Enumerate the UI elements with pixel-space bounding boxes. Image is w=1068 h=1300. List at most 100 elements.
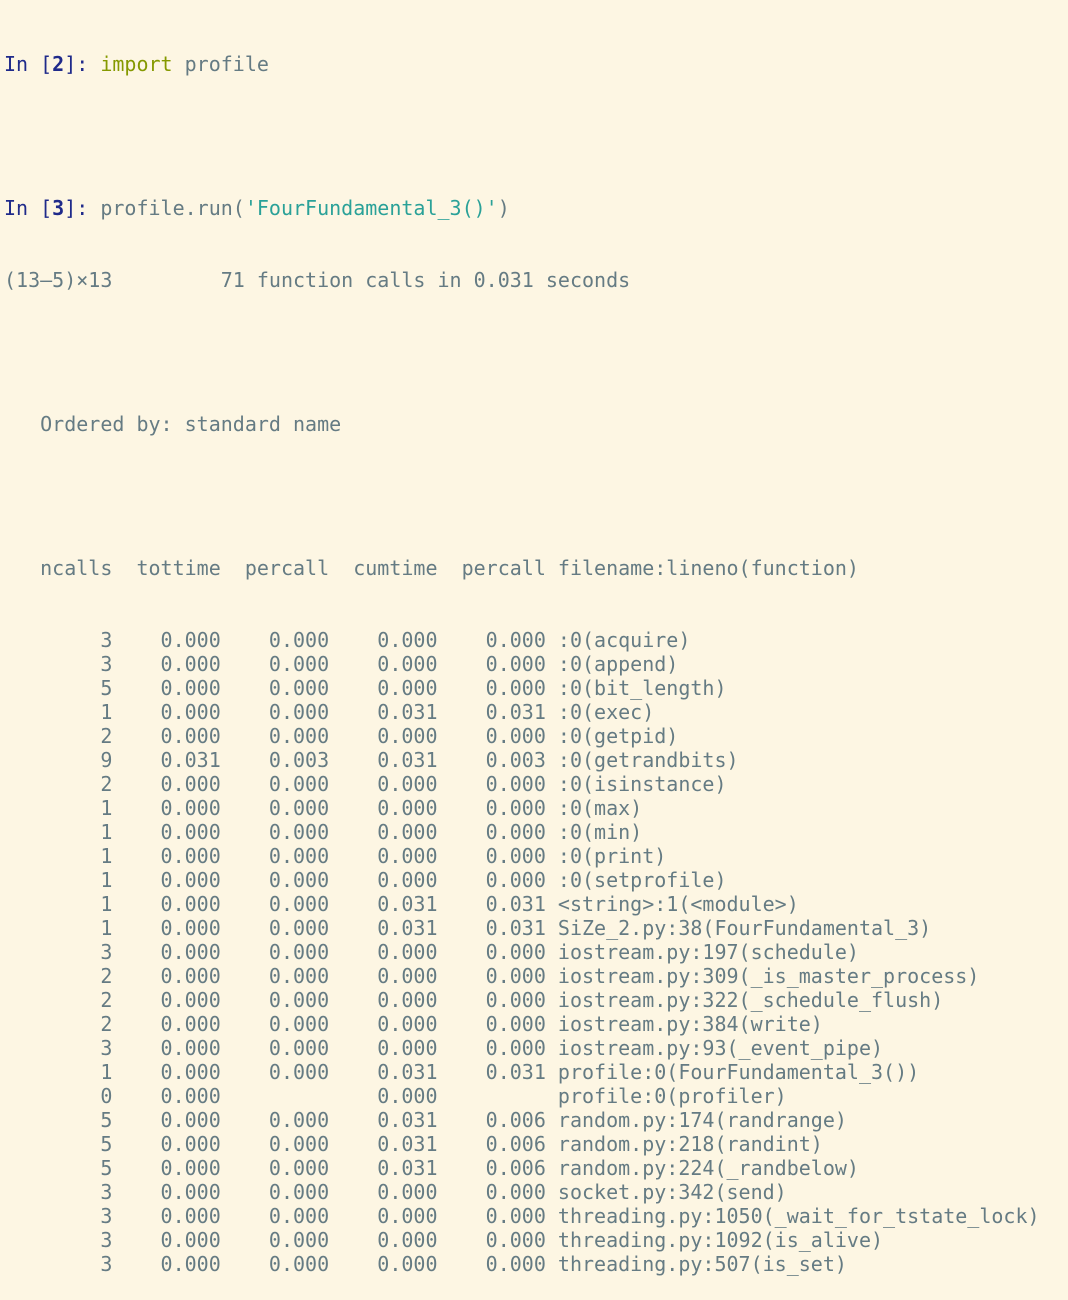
function-cell: threading.py:1092(is_alive) bbox=[545, 1228, 884, 1252]
cumtime-cell: 0.031 bbox=[329, 916, 438, 940]
input-cell-2[interactable]: In [2]: import profile bbox=[4, 52, 1040, 76]
cumtime-cell: 0.000 bbox=[329, 1228, 438, 1252]
function-cell: SiZe_2.py:38(FourFundamental_3) bbox=[545, 916, 932, 940]
ordered-by-text: Ordered by: standard name bbox=[40, 412, 342, 436]
cumtime-cell: 0.000 bbox=[329, 964, 438, 988]
table-row: 2 0.000 0.000 0.000 0.000 iostream.py:30… bbox=[4, 964, 1040, 988]
table-row: 1 0.000 0.000 0.031 0.031 SiZe_2.py:38(F… bbox=[4, 916, 1040, 940]
tottime-cell: 0.000 bbox=[112, 988, 221, 1012]
percall-cum-cell: 0.000 bbox=[437, 772, 546, 796]
cumtime-cell: 0.000 bbox=[329, 724, 438, 748]
percall-cum-cell: 0.031 bbox=[437, 700, 546, 724]
percall-cell: 0.000 bbox=[220, 1012, 330, 1036]
percall-cell: 0.000 bbox=[220, 892, 330, 916]
function-cell: :0(isinstance) bbox=[545, 772, 727, 796]
tottime-cell: 0.000 bbox=[112, 892, 221, 916]
percall-cum-cell: 0.000 bbox=[437, 676, 546, 700]
percall-cum-cell: 0.000 bbox=[437, 796, 546, 820]
percall-cum-cell: 0.003 bbox=[437, 748, 546, 772]
percall-cell: 0.000 bbox=[220, 628, 330, 652]
percall-cum-cell: 0.031 bbox=[437, 916, 546, 940]
tottime-cell: 0.000 bbox=[112, 772, 221, 796]
ncalls-cell: 3 bbox=[4, 652, 113, 676]
cumtime-cell: 0.031 bbox=[329, 700, 438, 724]
percall-cell: 0.000 bbox=[220, 1156, 330, 1180]
cumtime-cell: 0.000 bbox=[329, 1084, 438, 1108]
tottime-cell: 0.000 bbox=[112, 700, 221, 724]
function-cell: :0(min) bbox=[545, 820, 643, 844]
table-row: 3 0.000 0.000 0.000 0.000 threading.py:1… bbox=[4, 1228, 1040, 1252]
percall-cum-cell: 0.006 bbox=[437, 1132, 546, 1156]
function-cell: threading.py:507(is_set) bbox=[545, 1252, 847, 1276]
tottime-cell: 0.000 bbox=[112, 820, 221, 844]
function-cell: :0(print) bbox=[545, 844, 667, 868]
percall-cum-cell: 0.000 bbox=[437, 868, 546, 892]
function-cell: iostream.py:93(_event_pipe) bbox=[545, 1036, 884, 1060]
ncalls-cell: 3 bbox=[4, 1180, 113, 1204]
prompt-suffix: ]: bbox=[64, 196, 101, 220]
ncalls-cell: 5 bbox=[4, 1108, 113, 1132]
percall-cell: 0.000 bbox=[220, 916, 330, 940]
ncalls-cell: 3 bbox=[4, 1204, 113, 1228]
percall-cell: 0.000 bbox=[220, 1228, 330, 1252]
percall-cell: 0.000 bbox=[220, 940, 330, 964]
percall-cum-cell: 0.000 bbox=[437, 724, 546, 748]
tottime-cell: 0.000 bbox=[112, 1204, 221, 1228]
cumtime-cell: 0.000 bbox=[329, 1204, 438, 1228]
cumtime-cell: 0.031 bbox=[329, 1156, 438, 1180]
percall-cum-cell: 0.000 bbox=[437, 844, 546, 868]
ncalls-cell: 1 bbox=[4, 868, 113, 892]
input-cell-3[interactable]: In [3]: profile.run('FourFundamental_3()… bbox=[4, 196, 1040, 220]
cumtime-cell: 0.000 bbox=[329, 940, 438, 964]
function-cell: iostream.py:197(schedule) bbox=[545, 940, 859, 964]
cumtime-cell: 0.000 bbox=[329, 796, 438, 820]
input-prompt: In [3]: bbox=[4, 196, 100, 220]
percall-cell: 0.000 bbox=[220, 844, 330, 868]
percall-cum-cell: 0.000 bbox=[437, 652, 546, 676]
table-row: 1 0.000 0.000 0.031 0.031 <string>:1(<mo… bbox=[4, 892, 1040, 916]
table-row: 1 0.000 0.000 0.000 0.000 :0(print) bbox=[4, 844, 1040, 868]
function-cell: iostream.py:309(_is_master_process) bbox=[545, 964, 980, 988]
percall-cell: 0.000 bbox=[220, 868, 330, 892]
cumtime-cell: 0.000 bbox=[329, 772, 438, 796]
function-cell: profile:0(FourFundamental_3()) bbox=[545, 1060, 920, 1084]
tottime-cell: 0.000 bbox=[112, 916, 221, 940]
tottime-cell: 0.000 bbox=[112, 1084, 221, 1108]
ncalls-cell: 1 bbox=[4, 1060, 113, 1084]
ncalls-cell: 2 bbox=[4, 964, 113, 988]
function-cell: :0(setprofile) bbox=[545, 868, 727, 892]
tottime-cell: 0.000 bbox=[112, 1108, 221, 1132]
profile-table-body: 3 0.000 0.000 0.000 0.000 :0(acquire) 3 … bbox=[4, 628, 1040, 1276]
percall-cum-cell: 0.000 bbox=[437, 964, 546, 988]
ncalls-cell: 5 bbox=[4, 1156, 113, 1180]
ncalls-cell: 1 bbox=[4, 796, 113, 820]
tottime-cell: 0.000 bbox=[112, 1180, 221, 1204]
cumtime-cell: 0.031 bbox=[329, 1108, 438, 1132]
table-row: 5 0.000 0.000 0.000 0.000 :0(bit_length) bbox=[4, 676, 1040, 700]
function-cell: :0(max) bbox=[545, 796, 643, 820]
column-header: cumtime bbox=[329, 556, 438, 580]
percall-cum-cell: 0.000 bbox=[437, 1180, 546, 1204]
ncalls-cell: 5 bbox=[4, 676, 113, 700]
code-text: profile bbox=[172, 52, 269, 76]
percall-cell: 0.000 bbox=[220, 1252, 330, 1276]
ncalls-cell: 3 bbox=[4, 1036, 113, 1060]
prompt-suffix: ]: bbox=[64, 52, 101, 76]
percall-cum-cell: 0.006 bbox=[437, 1108, 546, 1132]
function-cell: :0(getrandbits) bbox=[545, 748, 739, 772]
percall-cell: 0.000 bbox=[220, 652, 330, 676]
column-header: filename:lineno(function) bbox=[545, 556, 859, 580]
ncalls-cell: 3 bbox=[4, 1252, 113, 1276]
ncalls-cell: 1 bbox=[4, 916, 113, 940]
percall-cum-cell: 0.000 bbox=[437, 1252, 546, 1276]
ncalls-cell: 3 bbox=[4, 940, 113, 964]
table-row: 1 0.000 0.000 0.000 0.000 :0(setprofile) bbox=[4, 868, 1040, 892]
table-row: 3 0.000 0.000 0.000 0.000 socket.py:342(… bbox=[4, 1180, 1040, 1204]
tottime-cell: 0.000 bbox=[112, 652, 221, 676]
tottime-cell: 0.000 bbox=[112, 676, 221, 700]
prompt-number: 2 bbox=[52, 52, 65, 76]
code-string: 'FourFundamental_3()' bbox=[244, 196, 498, 220]
ncalls-cell: 1 bbox=[4, 820, 113, 844]
percall-cum-cell: 0.000 bbox=[437, 628, 546, 652]
